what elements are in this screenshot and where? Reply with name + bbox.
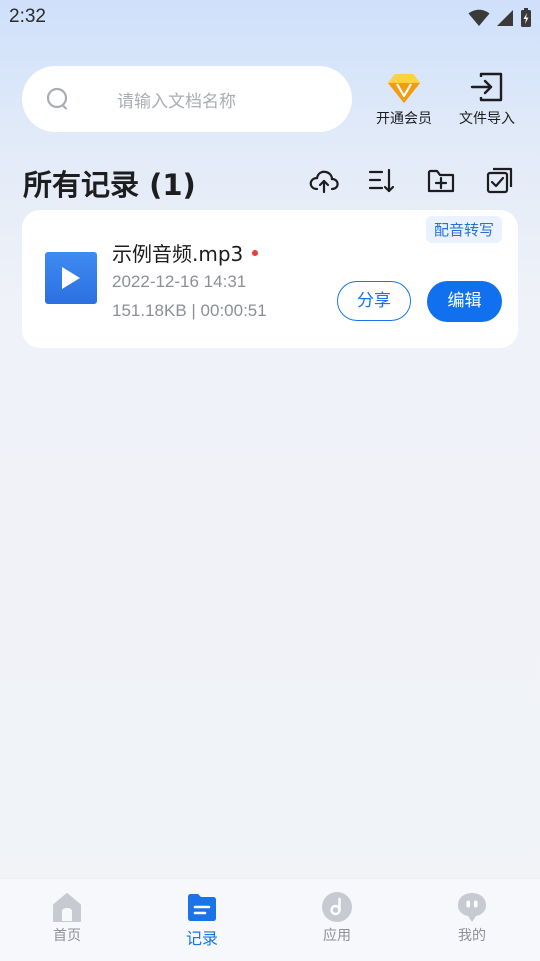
file-name-text: 示例音频.mp3 [112,242,244,266]
nav-item-mine[interactable]: 我的 [432,891,512,945]
nav-label-home: 首页 [53,928,81,944]
import-label: 文件导入 [459,111,515,127]
import-icon [470,72,503,102]
status-bar: 2:32 [0,0,540,36]
record-card[interactable]: 配音转写 示例音频.mp3 2022-12-16 14:31 151.18KB … [22,210,518,348]
diamond-icon [388,74,420,103]
share-button[interactable]: 分享 [337,281,411,321]
page-title: 所有记录 (1) [23,168,196,202]
wifi-icon [468,9,490,26]
file-size-duration: 151.18KB | 00:00:51 [112,301,267,320]
edit-button[interactable]: 编辑 [427,281,502,322]
nav-item-apps[interactable]: 应用 [297,891,377,945]
file-date: 2022-12-16 14:31 [112,272,247,291]
nav-item-records[interactable]: 记录 [162,891,242,949]
battery-icon [521,8,531,27]
unread-dot [252,249,259,256]
records-icon [188,894,216,921]
status-time: 2:32 [9,6,46,27]
new-folder-icon[interactable] [426,166,456,196]
multi-select-icon[interactable] [485,166,515,196]
vip-label: 开通会员 [376,111,432,127]
sort-icon[interactable] [367,166,397,196]
search-icon [46,87,68,110]
bottom-nav: 首页 记录 应用 我的 [0,878,540,961]
profile-icon [458,893,486,922]
search-input[interactable]: 请输入文档名称 [22,66,352,132]
vip-button[interactable]: 开通会员 [364,70,444,128]
cloud-upload-icon[interactable] [309,166,339,196]
status-icons [468,7,532,29]
nav-item-home[interactable]: 首页 [27,891,107,945]
nav-label-apps: 应用 [323,928,351,944]
file-import-button[interactable]: 文件导入 [447,70,527,128]
search-placeholder: 请输入文档名称 [117,92,236,112]
nav-label-mine: 我的 [458,928,486,944]
audio-file-icon [45,252,97,304]
music-note-icon [322,892,352,922]
cellular-signal-icon [497,10,513,26]
file-name[interactable]: 示例音频.mp3 [112,238,259,267]
nav-label-records: 记录 [185,929,218,948]
dubbing-transcription-tag: 配音转写 [425,216,502,243]
home-icon [53,893,81,922]
